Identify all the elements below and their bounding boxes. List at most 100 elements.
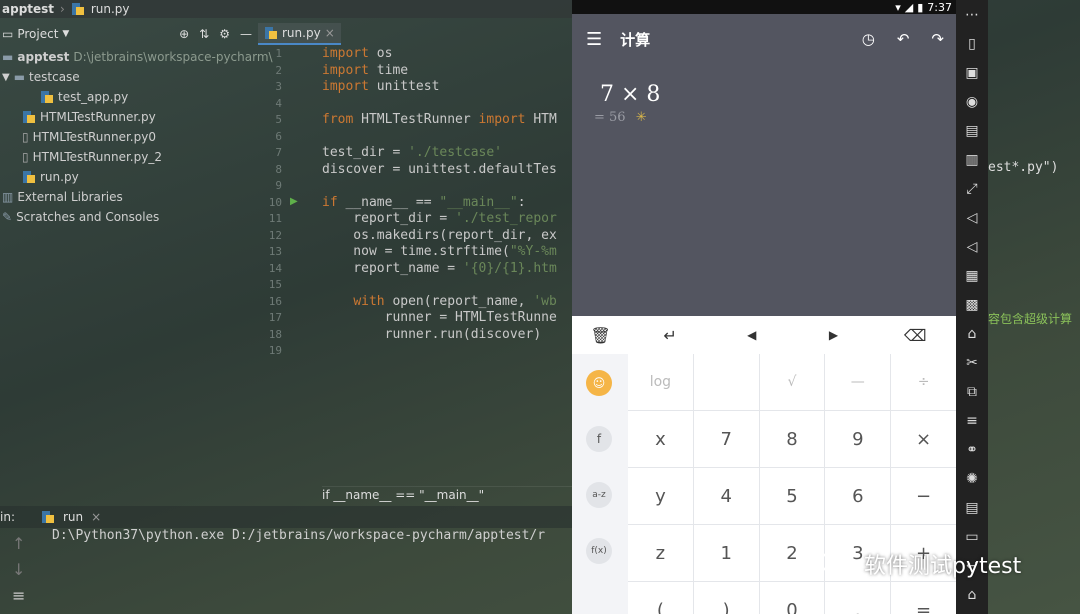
cursor-left-icon[interactable]: ◀ [711, 316, 793, 354]
loading-icon[interactable]: ✺ [956, 464, 988, 493]
function-key[interactable]: f [586, 426, 612, 452]
gear-icon[interactable]: ⚙ [219, 27, 230, 41]
expand-arrow-icon[interactable]: ▼ [2, 72, 10, 83]
line-number: 13 [268, 245, 282, 258]
arrow-down-icon[interactable]: ↓ [12, 560, 36, 586]
tree-item-htmltestrunner-2[interactable]: ▯ HTMLTestRunner.py_2 [22, 148, 162, 166]
tree-item-run-py[interactable]: run.py [22, 168, 79, 186]
key[interactable]: 4 [693, 468, 759, 524]
printer-icon[interactable]: ▤ [956, 493, 988, 522]
key[interactable] [693, 354, 759, 410]
run-tab[interactable]: run [63, 510, 83, 524]
volume-down-icon[interactable]: ◁ [956, 232, 988, 261]
tab-run-py[interactable]: run.py × [258, 23, 341, 45]
code-editor[interactable]: import os import time import unittest from … [322, 46, 572, 486]
key[interactable]: 5 [759, 468, 825, 524]
tree-item-testcase[interactable]: ▼ ▬ testcase [2, 68, 80, 86]
key[interactable]: − [891, 468, 956, 524]
cursor-right-icon[interactable]: ▶ [793, 316, 875, 354]
tree-path: D:\jetbrains\workspace-pycharm\ [73, 50, 273, 64]
more-icon[interactable]: ⋯ [956, 0, 988, 29]
line-number: 8 [275, 162, 282, 176]
line-number: 14 [268, 261, 282, 275]
emoji-key[interactable]: ☺ [586, 370, 612, 396]
editor-breadcrumb[interactable]: if __name__ == "__main__" [322, 486, 572, 504]
robot-icon[interactable]: ▣ [956, 58, 988, 87]
key[interactable]: √ [759, 354, 825, 410]
key[interactable]: ) [693, 582, 759, 614]
undo-icon[interactable]: ↶ [897, 30, 910, 48]
redo-icon[interactable]: ↷ [931, 30, 944, 48]
screenshot-icon[interactable]: ⌂ [956, 319, 988, 348]
key[interactable]: log [628, 354, 693, 410]
calc-display[interactable]: 7 × 8 = 56 ✳ [572, 64, 956, 314]
key[interactable]: 8 [759, 411, 825, 467]
hide-icon[interactable]: — [240, 27, 252, 41]
trash-icon[interactable]: 🗑 [572, 316, 629, 354]
wrap-icon[interactable]: ≡ [12, 586, 36, 612]
project-view-dropdown[interactable]: Project [17, 27, 58, 41]
folder-icon: ▬ [2, 50, 14, 64]
key[interactable]: 9 [825, 411, 891, 467]
fullscreen-icon[interactable]: ⤢ [956, 174, 988, 203]
code-line: now = time.strftime("%Y-%m [322, 244, 557, 259]
rotate-icon[interactable]: ▯ [956, 29, 988, 58]
clipped-code-text: est*.py") [988, 160, 1059, 175]
battery-icon: ▮ [917, 0, 924, 14]
navbar-file[interactable]: run.py [91, 2, 130, 16]
key[interactable]: ÷ [891, 354, 956, 410]
key[interactable]: z [628, 525, 693, 581]
line-number: 7 [275, 146, 282, 159]
key[interactable]: ( [628, 582, 693, 614]
variable-key[interactable]: a-z [586, 482, 612, 508]
collapse-icon[interactable]: ⇅ [199, 27, 209, 41]
close-icon[interactable]: × [325, 26, 335, 40]
key[interactable]: 0 [759, 582, 825, 614]
key[interactable]: x [628, 411, 693, 467]
tool-window-header: ▭ Project ▼ ⊕ ⇅ ⚙ — run.py × [0, 22, 572, 46]
tree-item-htmltestrunner[interactable]: HTMLTestRunner.py [22, 108, 156, 126]
enter-icon[interactable]: ↵ [629, 316, 711, 354]
camera-icon[interactable]: ▩ [956, 290, 988, 319]
scissors-icon[interactable]: ✂ [956, 348, 988, 377]
menu-icon[interactable]: ☰ [586, 29, 602, 50]
tree-item-scratches[interactable]: ✎ Scratches and Consoles [2, 208, 159, 226]
key[interactable]: 7 [693, 411, 759, 467]
close-icon[interactable]: × [91, 510, 101, 524]
list-icon[interactable]: ≡ [956, 406, 988, 435]
multi-window-icon[interactable]: ⧉ [956, 377, 988, 406]
location-icon[interactable]: ◉ [956, 87, 988, 116]
tree-item-apptest[interactable]: ▬ apptest D:\jetbrains\workspace-pycharm… [2, 48, 273, 66]
tree-item-external-libraries[interactable]: ▥ External Libraries [2, 188, 123, 206]
screen-icon[interactable]: ▭ [956, 522, 988, 551]
link-icon[interactable]: ⚭ [956, 435, 988, 464]
fx-key[interactable]: f(x) [586, 538, 612, 564]
arrow-up-icon[interactable]: ↑ [12, 534, 36, 560]
code-line: with open(report_name, 'wb [353, 293, 557, 309]
navbar-project[interactable]: apptest [2, 2, 54, 16]
tree-item-htmltestrunner-0[interactable]: ▯ HTMLTestRunner.py0 [22, 128, 156, 146]
locate-icon[interactable]: ⊕ [179, 27, 189, 41]
code-line: runner = HTMLTestRunne [322, 310, 557, 325]
key[interactable]: = [891, 582, 956, 614]
phone-icon[interactable]: ▥ [956, 145, 988, 174]
key[interactable]: — [825, 354, 891, 410]
star-icon[interactable]: ✳ [636, 110, 647, 125]
key[interactable]: y [628, 468, 693, 524]
key[interactable]: × [891, 411, 956, 467]
line-number: 9 [275, 179, 282, 192]
keyboard-icon[interactable]: ▤ [956, 116, 988, 145]
run-gutter-icon[interactable]: ▶ [290, 196, 298, 207]
history-icon[interactable]: ◷ [862, 30, 875, 48]
install-icon[interactable]: ▦ [956, 261, 988, 290]
volume-up-icon[interactable]: ◁ [956, 203, 988, 232]
code-line: runner.run(discover) [322, 326, 542, 342]
home-icon[interactable]: ⌂ [956, 580, 988, 609]
key[interactable]: 1 [693, 525, 759, 581]
backspace-icon[interactable]: ⌫ [874, 316, 956, 354]
chevron-down-icon[interactable]: ▼ [62, 29, 69, 39]
key[interactable]: 2 [759, 525, 825, 581]
tree-item-test-app[interactable]: test_app.py [40, 88, 128, 106]
key[interactable]: 6 [825, 468, 891, 524]
key[interactable]: . [825, 582, 891, 614]
